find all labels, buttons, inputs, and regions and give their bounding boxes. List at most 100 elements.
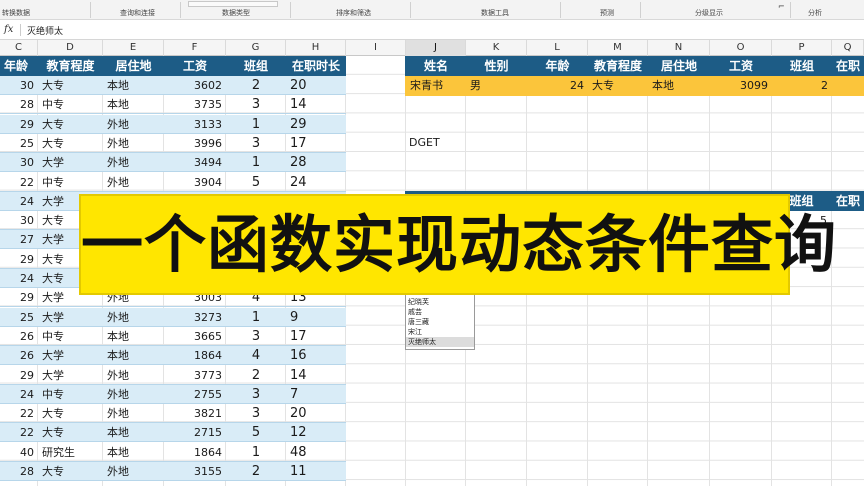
tenure-cell[interactable]: 7 [286, 385, 346, 404]
tenure-cell[interactable]: 17 [286, 134, 346, 153]
team-cell[interactable]: 4 [226, 346, 286, 365]
dropdown-option[interactable]: 唐三藏 [406, 317, 474, 327]
age-cell[interactable]: 29 [0, 115, 38, 134]
education-cell[interactable]: 大专 [38, 423, 103, 442]
team-cell[interactable]: 1 [226, 115, 286, 134]
ribbon-group-sort-filter[interactable]: 排序和筛选 [336, 8, 371, 18]
dropdown-option[interactable]: 灭绝师太 [406, 337, 474, 347]
tenure-cell[interactable]: 11 [286, 462, 346, 481]
insert-function-icon[interactable]: fx [4, 24, 13, 35]
tenure-cell[interactable]: 28 [286, 153, 346, 172]
age-cell[interactable]: 26 [0, 327, 38, 346]
age-cell[interactable]: 24 [0, 192, 38, 211]
education-cell[interactable]: 大专 [38, 115, 103, 134]
team-cell[interactable]: 2 [226, 462, 286, 481]
residence-cell[interactable]: 外地 [103, 308, 164, 327]
query-result-cell[interactable]: 3099 [710, 76, 772, 95]
query-result-cell[interactable]: 大专 [588, 76, 648, 95]
education-cell[interactable]: 大学 [38, 346, 103, 365]
residence-cell[interactable]: 本地 [103, 346, 164, 365]
salary-cell[interactable]: 3602 [164, 76, 226, 95]
query-result-cell[interactable] [832, 76, 864, 95]
team-cell[interactable]: 3 [226, 134, 286, 153]
header-cell[interactable]: 居住地 [103, 57, 164, 76]
education-cell[interactable]: 大学 [38, 153, 103, 172]
residence-cell[interactable]: 外地 [103, 462, 164, 481]
education-cell[interactable]: 中专 [38, 173, 103, 192]
education-cell[interactable]: 大专 [38, 404, 103, 423]
tenure-cell[interactable]: 48 [286, 443, 346, 462]
column-header-c[interactable]: C [0, 40, 38, 56]
team-cell[interactable]: 3 [226, 327, 286, 346]
age-cell[interactable]: 28 [0, 462, 38, 481]
team-cell[interactable]: 3 [226, 385, 286, 404]
team-cell[interactable]: 1 [226, 308, 286, 327]
team-cell[interactable]: 2 [226, 76, 286, 95]
header-cell[interactable]: 年龄 [0, 57, 38, 76]
ribbon-datatype-gallery[interactable] [188, 1, 278, 7]
ribbon-group-analyze[interactable]: 分析 [808, 8, 822, 18]
query-result-cell[interactable]: 本地 [648, 76, 710, 95]
salary-cell[interactable]: 3735 [164, 95, 226, 114]
residence-cell[interactable]: 本地 [103, 327, 164, 346]
column-header-l[interactable]: L [527, 40, 588, 56]
header-cell[interactable]: 在职时长 [286, 57, 346, 76]
column-header-q[interactable]: Q [832, 40, 864, 56]
ribbon-group-get-transform[interactable]: 转换数据 [2, 8, 30, 18]
age-cell[interactable]: 24 [0, 385, 38, 404]
query-header-cell[interactable]: 性别 [466, 57, 527, 76]
age-cell[interactable]: 29 [0, 250, 38, 269]
dget-label[interactable]: DGET [405, 133, 465, 152]
age-cell[interactable]: 30 [0, 211, 38, 230]
salary-cell[interactable]: 2715 [164, 423, 226, 442]
age-cell[interactable]: 27 [0, 230, 38, 249]
column-header-d[interactable]: D [38, 40, 103, 56]
column-header-j[interactable]: J [406, 40, 466, 56]
column-header-k[interactable]: K [466, 40, 527, 56]
header-cell[interactable]: 工资 [164, 57, 226, 76]
dropdown-option[interactable]: 戚芸 [406, 307, 474, 317]
salary-cell[interactable]: 3821 [164, 404, 226, 423]
salary-cell[interactable]: 3665 [164, 327, 226, 346]
team-cell[interactable]: 2 [226, 366, 286, 385]
query-header-cell[interactable]: 工资 [710, 57, 772, 76]
query-header-cell[interactable]: 班组 [772, 57, 832, 76]
column-header-h[interactable]: H [286, 40, 346, 56]
column-header-i[interactable]: I [346, 40, 406, 56]
dialog-launcher-icon[interactable]: ⌐ [778, 2, 785, 11]
salary-cell[interactable]: 3773 [164, 366, 226, 385]
education-cell[interactable]: 大专 [38, 76, 103, 95]
name-dropdown-list[interactable]: 段延庆纪晓芙戚芸唐三藏宋江灭绝师太 [405, 286, 475, 350]
ribbon-group-forecast[interactable]: 预测 [600, 8, 614, 18]
education-cell[interactable]: 大学 [38, 308, 103, 327]
residence-cell[interactable]: 外地 [103, 153, 164, 172]
tenure-cell[interactable]: 17 [286, 327, 346, 346]
age-cell[interactable]: 29 [0, 288, 38, 307]
dropdown-option[interactable]: 纪晓芙 [406, 297, 474, 307]
tenure-cell[interactable]: 16 [286, 346, 346, 365]
salary-cell[interactable]: 3273 [164, 308, 226, 327]
age-cell[interactable]: 22 [0, 423, 38, 442]
dropdown-option[interactable]: 宋江 [406, 327, 474, 337]
education-cell[interactable]: 中专 [38, 327, 103, 346]
header-cell[interactable]: 教育程度 [38, 57, 103, 76]
salary-cell[interactable]: 3996 [164, 134, 226, 153]
residence-cell[interactable]: 外地 [103, 385, 164, 404]
column-header-f[interactable]: F [164, 40, 226, 56]
query-header-cell[interactable]: 年龄 [527, 57, 588, 76]
age-cell[interactable]: 22 [0, 404, 38, 423]
age-cell[interactable]: 22 [0, 173, 38, 192]
residence-cell[interactable]: 外地 [103, 134, 164, 153]
column-header-e[interactable]: E [103, 40, 164, 56]
residence-cell[interactable]: 外地 [103, 404, 164, 423]
ribbon-group-outline[interactable]: 分级显示 [695, 8, 723, 18]
salary-cell[interactable]: 3155 [164, 462, 226, 481]
age-cell[interactable]: 30 [0, 153, 38, 172]
education-cell[interactable]: 大学 [38, 366, 103, 385]
residence-cell[interactable]: 本地 [103, 443, 164, 462]
tenure-cell[interactable]: 12 [286, 423, 346, 442]
salary-cell[interactable]: 1864 [164, 443, 226, 462]
query-result-cell[interactable]: 2 [772, 76, 832, 95]
age-cell[interactable]: 40 [0, 443, 38, 462]
column-header-o[interactable]: O [710, 40, 772, 56]
